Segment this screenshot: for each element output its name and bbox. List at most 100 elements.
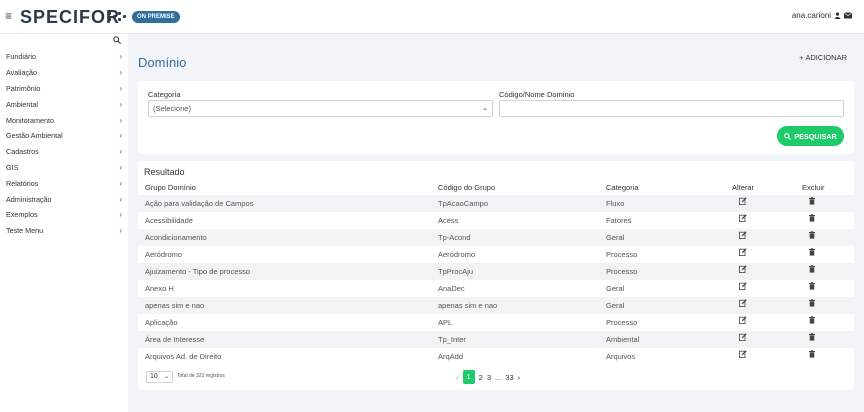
trash-icon[interactable] [809, 348, 815, 365]
sidebar-item-exemplos[interactable]: Exemplos › [0, 207, 128, 223]
top-bar: ≡ SPECIFOR ON PREMISE ana.carioni [0, 0, 864, 34]
cell-codigo: apenas sim e nao [438, 301, 498, 310]
trash-icon[interactable] [809, 212, 815, 229]
user-icon[interactable] [834, 12, 841, 19]
trash-icon[interactable] [809, 195, 815, 212]
cell-grupo: Acondicionamento [145, 233, 207, 242]
sidebar-item-label: Gestão Ambiental [6, 131, 63, 141]
trash-icon[interactable] [809, 229, 815, 246]
chevron-right-icon: › [119, 210, 122, 220]
search-icon [784, 132, 792, 140]
page-button[interactable]: 33 [505, 373, 513, 382]
cell-categoria: Geral [606, 233, 625, 242]
cell-grupo: Área de Interesse [145, 335, 205, 344]
trash-icon[interactable] [809, 280, 815, 297]
sidebar-item-label: Fundiário [6, 52, 36, 62]
chevron-right-icon: › [119, 178, 122, 188]
next-page-icon[interactable]: › [518, 373, 521, 382]
sidebar-item-label: GIS [6, 162, 19, 172]
edit-icon[interactable] [739, 280, 747, 297]
sidebar-item-label: Administração [6, 194, 52, 204]
trash-icon[interactable] [809, 314, 815, 331]
edit-icon[interactable] [739, 212, 747, 229]
cell-categoria: Processo [606, 267, 638, 276]
logo-dots-icon [108, 10, 128, 24]
category-label: Categoria [148, 90, 181, 99]
cell-categoria: Fatores [606, 216, 632, 225]
page-button[interactable]: 2 [479, 373, 483, 382]
edit-icon[interactable] [739, 263, 747, 280]
column-header-categoria[interactable]: Categoria [606, 181, 639, 194]
edit-icon[interactable] [739, 297, 747, 314]
cell-grupo: apenas sim e nao [145, 301, 205, 310]
user-menu[interactable]: ana.carioni [792, 11, 852, 20]
search-button-label: PESQUISAR [794, 131, 837, 141]
prev-page-icon[interactable]: ‹ [456, 373, 459, 382]
sidebar: Fundiário › Avaliação › Patrimônio › Ambien… [0, 34, 128, 412]
sidebar-item-ambiental[interactable]: Ambiental › [0, 96, 128, 112]
table-row: Acessibilidade Acess Fatores [138, 212, 854, 229]
trash-icon[interactable] [809, 297, 815, 314]
sidebar-menu: Fundiário › Avaliação › Patrimônio › Ambien… [0, 49, 128, 239]
sidebar-item-teste-menu[interactable]: Teste Menu › [0, 223, 128, 239]
filter-card: Categoria (Selecione) ⌄ Código/Nome Domi… [138, 81, 854, 154]
table-row: Acondicionamento Tp-Acond Geral [138, 229, 854, 246]
table-row: Ajuizamento - Tipo de processo TpProcAju P… [138, 263, 854, 280]
edit-icon[interactable] [739, 229, 747, 246]
sidebar-item-gestao-ambiental[interactable]: Gestão Ambiental › [0, 128, 128, 144]
add-button[interactable]: + ADICIONAR [799, 53, 847, 62]
hamburger-icon[interactable]: ≡ [5, 10, 12, 22]
sidebar-item-label: Relatórios [6, 178, 39, 188]
edit-icon[interactable] [739, 246, 747, 263]
sidebar-item-avaliacao[interactable]: Avaliação › [0, 65, 128, 81]
sidebar-item-patrimonio[interactable]: Patrimônio › [0, 81, 128, 97]
column-header-codigo[interactable]: Código do Grupo [438, 181, 495, 194]
cell-codigo: TpAcaoCampo [438, 199, 489, 208]
cell-codigo: AnaDec [438, 284, 465, 293]
page-size-value: 10 [150, 373, 158, 380]
column-header-excluir: Excluir [802, 183, 825, 192]
sidebar-item-label: Ambiental [6, 99, 38, 109]
chevron-right-icon: › [119, 162, 122, 172]
code-name-input[interactable] [499, 100, 844, 117]
edit-icon[interactable] [739, 331, 747, 348]
cell-grupo: Arquivos Ad. de Direito [145, 352, 222, 361]
sidebar-item-gis[interactable]: GIS › [0, 160, 128, 176]
pagination: ‹ 1 2 3 ... 33 › [456, 370, 520, 384]
sidebar-item-cadastros[interactable]: Cadastros › [0, 144, 128, 160]
page-ellipsis: ... [495, 372, 502, 382]
trash-icon[interactable] [809, 263, 815, 280]
cell-grupo: Aplicação [145, 318, 178, 327]
sidebar-item-administracao[interactable]: Administração › [0, 191, 128, 207]
cell-codigo: Tp_Inter [438, 335, 466, 344]
table-row: Ação para validação de Campos TpAcaoCampo… [138, 195, 854, 212]
category-select[interactable]: (Selecione) ⌄ [148, 100, 493, 117]
envelope-icon[interactable] [844, 12, 852, 19]
edit-icon[interactable] [739, 314, 747, 331]
table-footer: 10 ⌄ Total de 322 registros ‹ 1 2 3 ... … [138, 369, 854, 385]
table-row: Área de Interesse Tp_Inter Ambiental [138, 331, 854, 348]
edit-icon[interactable] [739, 348, 747, 365]
sidebar-item-label: Exemplos [6, 210, 38, 220]
chevron-down-icon: ⌄ [482, 105, 488, 112]
sidebar-item-monitoramento[interactable]: Monitoramento › [0, 112, 128, 128]
cell-categoria: Arquivos [606, 352, 636, 361]
search-button[interactable]: PESQUISAR [777, 126, 844, 146]
sidebar-item-fundiario[interactable]: Fundiário › [0, 49, 128, 65]
chevron-right-icon: › [119, 115, 122, 125]
page-button[interactable]: 3 [487, 373, 491, 382]
trash-icon[interactable] [809, 331, 815, 348]
sidebar-item-label: Monitoramento [6, 115, 54, 125]
page-size-select[interactable]: 10 ⌄ [146, 371, 173, 383]
sidebar-item-relatorios[interactable]: Relatórios › [0, 175, 128, 191]
column-header-grupo[interactable]: Grupo Domínio [145, 181, 196, 194]
chevron-down-icon: ⌄ [163, 374, 169, 380]
trash-icon[interactable] [809, 246, 815, 263]
edit-icon[interactable] [739, 195, 747, 212]
page-button-current[interactable]: 1 [462, 370, 475, 384]
chevron-right-icon: › [119, 52, 122, 62]
search-icon[interactable] [113, 36, 122, 47]
cell-categoria: Processo [606, 318, 638, 327]
table-row: Anexo H AnaDec Geral [138, 280, 854, 297]
sidebar-item-label: Avaliação [6, 68, 38, 78]
